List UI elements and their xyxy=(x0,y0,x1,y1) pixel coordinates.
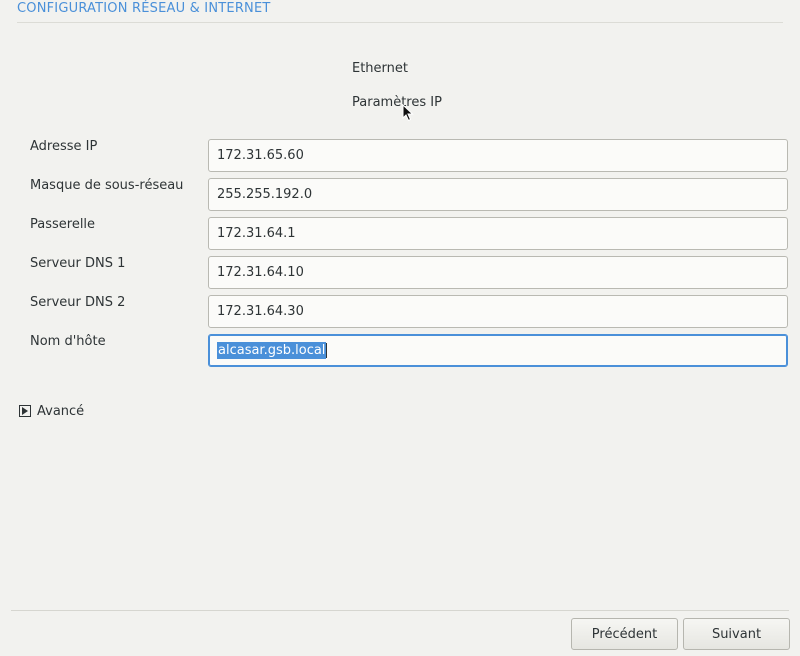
text-caret xyxy=(326,343,328,358)
gateway-input[interactable]: 172.31.64.1 xyxy=(208,217,788,250)
dns1-label: Serveur DNS 1 xyxy=(30,256,126,271)
interface-name: Ethernet xyxy=(352,61,408,76)
form-row-netmask: Masque de sous-réseau 255.255.192.0 xyxy=(0,178,800,212)
advanced-label: Avancé xyxy=(37,403,85,419)
form-row-hostname: Nom d'hôte alcasar.gsb.local xyxy=(0,334,800,368)
netmask-input[interactable]: 255.255.192.0 xyxy=(208,178,788,211)
hostname-input[interactable]: alcasar.gsb.local xyxy=(208,334,788,367)
form-row-gateway: Passerelle 172.31.64.1 xyxy=(0,217,800,251)
ip-address-label: Adresse IP xyxy=(30,139,98,154)
dns2-label: Serveur DNS 2 xyxy=(30,295,126,310)
footer-divider xyxy=(11,610,789,611)
form-row-ip-address: Adresse IP 172.31.65.60 xyxy=(0,139,800,173)
advanced-expander[interactable]: Avancé xyxy=(19,402,84,420)
form-row-dns2: Serveur DNS 2 172.31.64.30 xyxy=(0,295,800,329)
triangle-right-icon xyxy=(19,405,31,417)
previous-button[interactable]: Précédent xyxy=(571,618,678,650)
dns2-input[interactable]: 172.31.64.30 xyxy=(208,295,788,328)
section-title: Paramètres IP xyxy=(352,95,442,110)
form-row-dns1: Serveur DNS 1 172.31.64.10 xyxy=(0,256,800,290)
netmask-label: Masque de sous-réseau xyxy=(30,178,184,193)
dns1-input[interactable]: 172.31.64.10 xyxy=(208,256,788,289)
hostname-selected-text: alcasar.gsb.local xyxy=(217,342,327,359)
title-divider xyxy=(17,22,783,23)
window-title: CONFIGURATION RÉSEAU & INTERNET xyxy=(17,1,271,16)
gateway-label: Passerelle xyxy=(30,217,96,232)
next-button[interactable]: Suivant xyxy=(683,618,790,650)
hostname-label: Nom d'hôte xyxy=(30,334,106,349)
ip-address-input[interactable]: 172.31.65.60 xyxy=(208,139,788,172)
